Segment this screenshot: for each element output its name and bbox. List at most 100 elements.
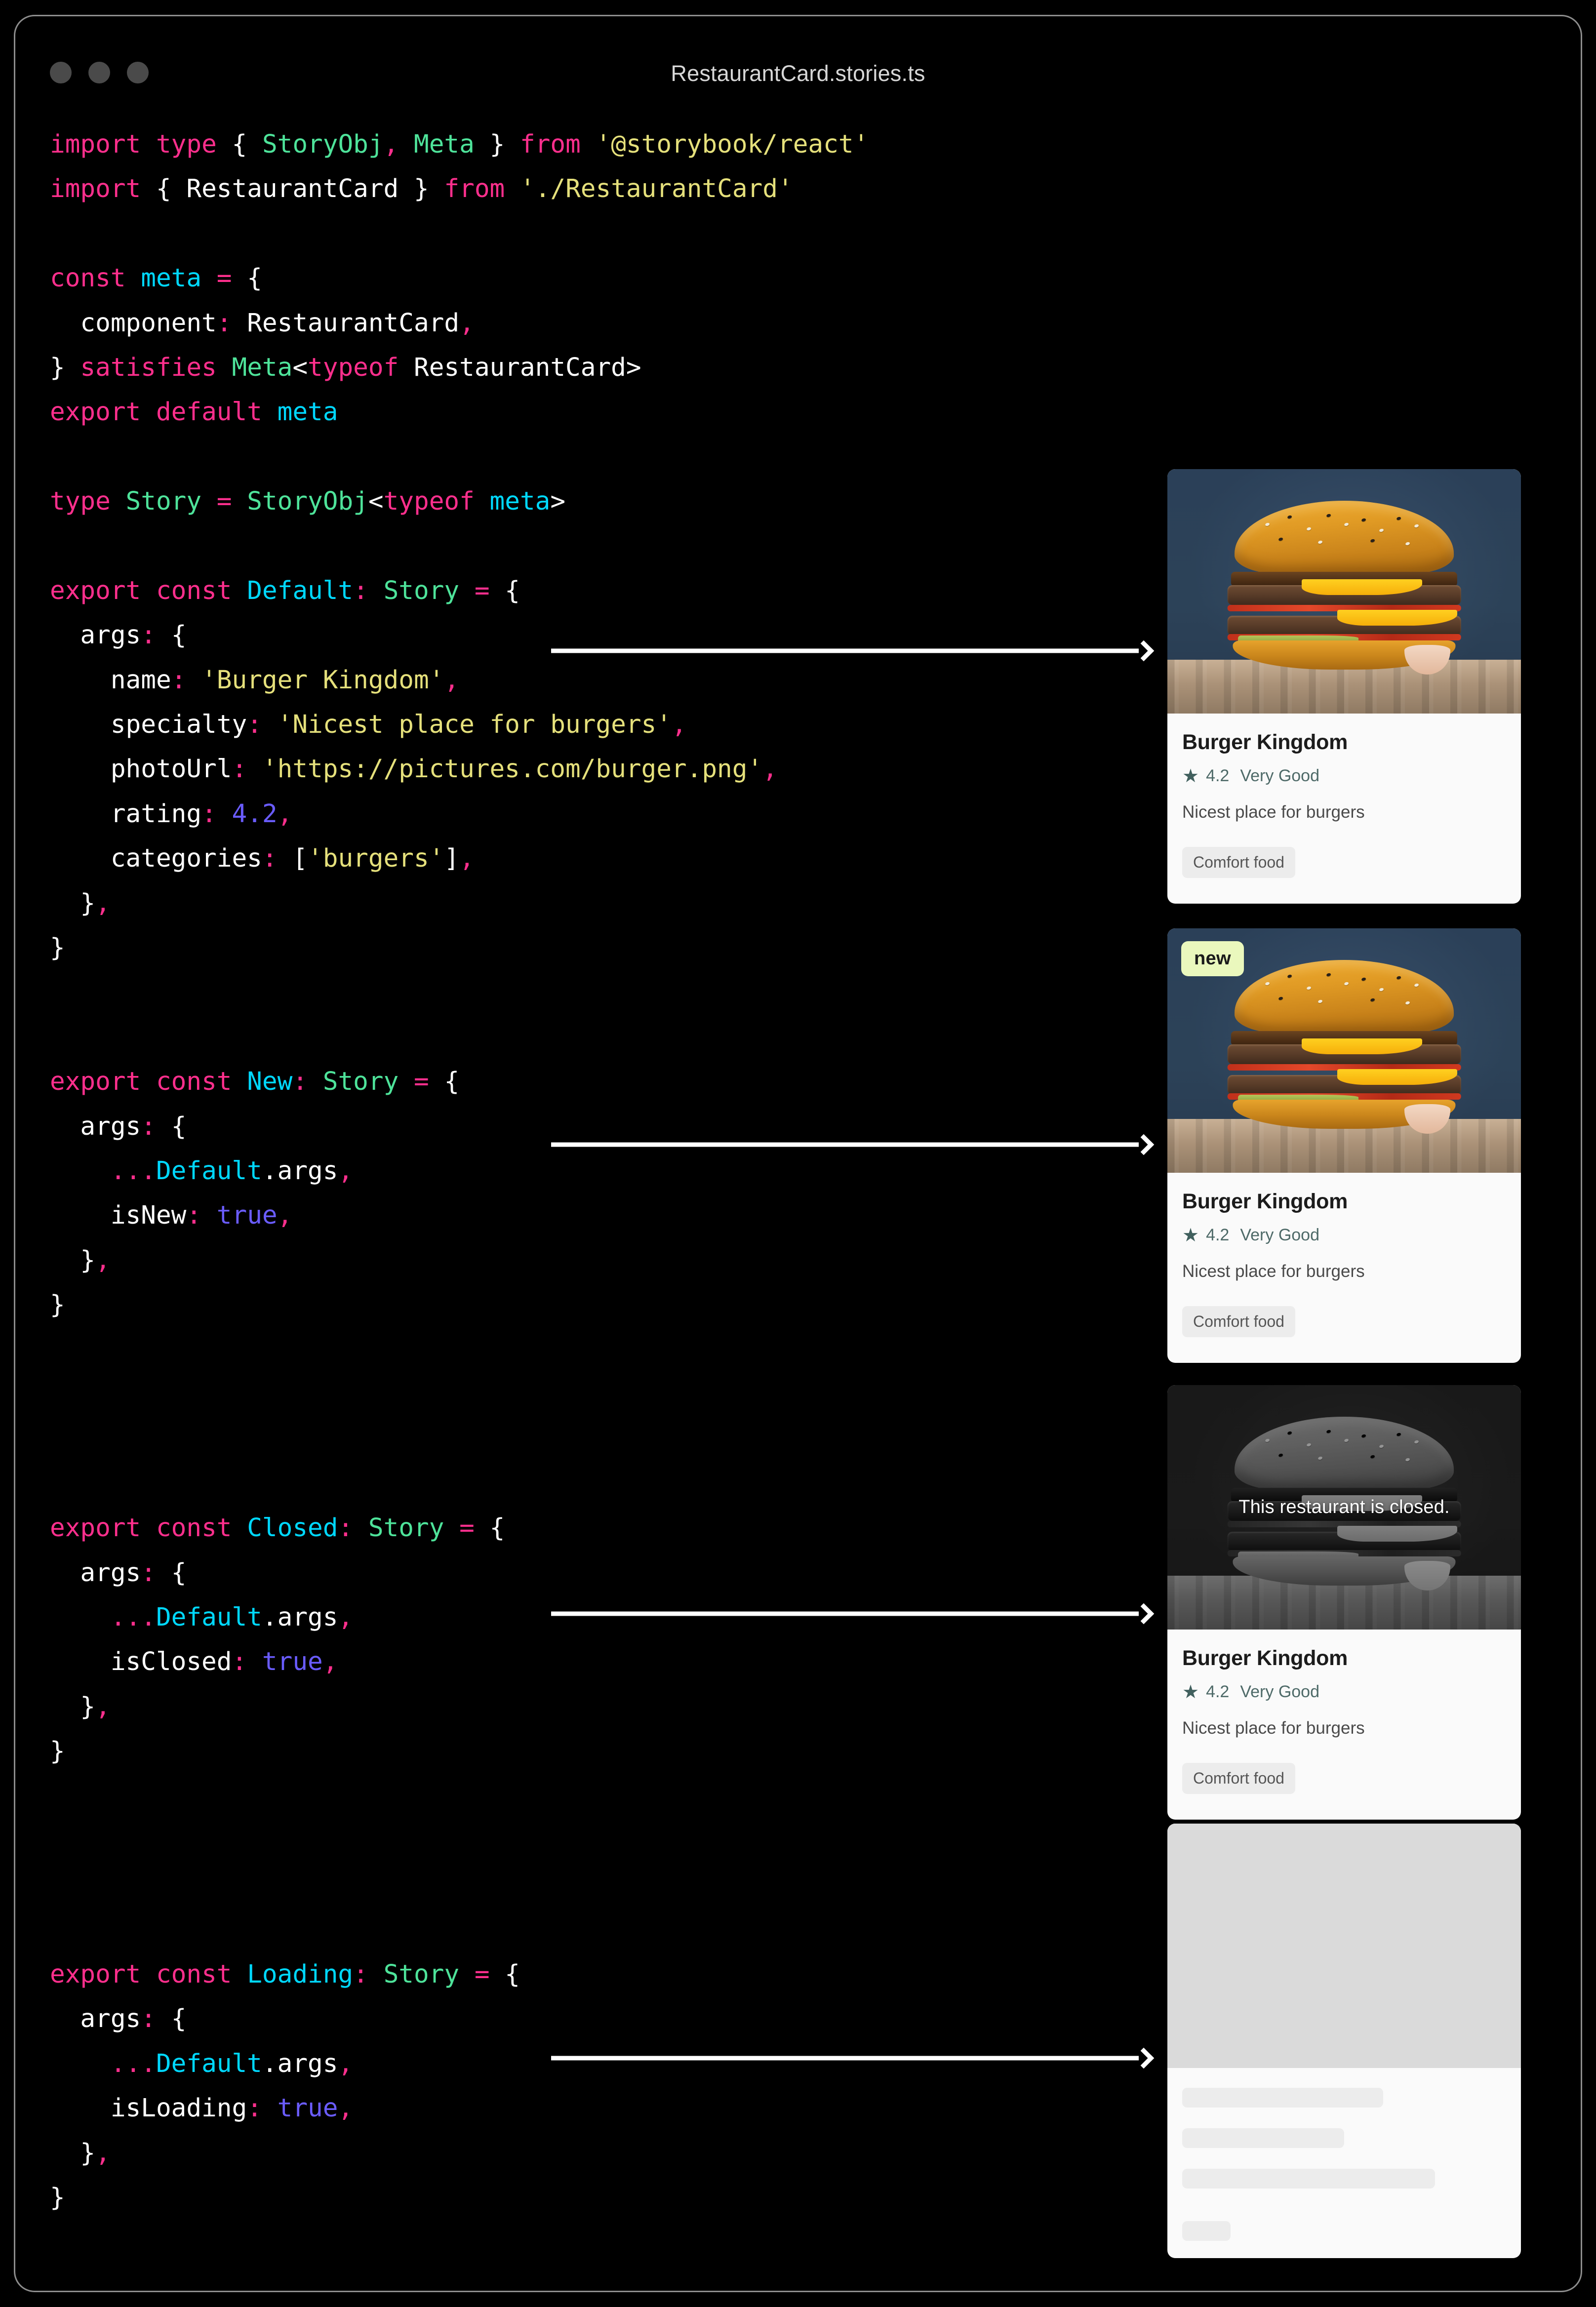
- card-photo-new: new: [1167, 928, 1521, 1173]
- category-chip[interactable]: Comfort food: [1182, 1763, 1295, 1794]
- code-editor[interactable]: import type { StoryObj, Meta } from '@st…: [50, 122, 1136, 2220]
- code-line: specialty: 'Nicest place for burgers',: [110, 710, 687, 740]
- card-photo-default: [1167, 469, 1521, 714]
- card-body-new: Burger Kingdom ★ 4.2 Very Good Nicest pl…: [1167, 1173, 1521, 1355]
- code-line: import type { StoryObj, Meta } from '@st…: [50, 130, 869, 159]
- card-specialty: Nicest place for burgers: [1182, 1262, 1365, 1281]
- arrow-loading-to-card: [551, 2043, 1155, 2073]
- arrow-head-icon: [1133, 1603, 1155, 1625]
- code-line: },: [80, 1692, 111, 1721]
- code-line: export const Default: Story = {: [50, 576, 520, 605]
- code-line: },: [80, 1245, 111, 1275]
- card-photo-closed: This restaurant is closed.: [1167, 1385, 1521, 1630]
- card-chips: Comfort food: [1182, 1306, 1506, 1337]
- code-line: }: [50, 2183, 65, 2212]
- code-line: export const Loading: Story = {: [50, 1960, 520, 1989]
- code-line: type Story = StoryObj<typeof meta>: [50, 487, 566, 517]
- card-rating-row: ★ 4.2 Very Good: [1182, 1682, 1506, 1702]
- card-specialty: Nicest place for burgers: [1182, 802, 1365, 822]
- code-line: }: [50, 933, 65, 963]
- code-line: },: [80, 2138, 111, 2168]
- star-icon: ★: [1182, 1681, 1199, 1703]
- arrow-head-icon: [1133, 1134, 1155, 1155]
- rating-label: Very Good: [1240, 1682, 1319, 1701]
- skeleton-photo-placeholder: [1167, 1824, 1521, 2068]
- closed-overlay-text: This restaurant is closed.: [1238, 1497, 1450, 1517]
- window-title: RestaurantCard.stories.ts: [671, 61, 925, 86]
- restaurant-card-default[interactable]: Burger Kingdom ★ 4.2 Very Good Nicest pl…: [1167, 469, 1521, 904]
- rating-value: 4.2: [1206, 1226, 1230, 1244]
- code-line: export const Closed: Story = {: [50, 1513, 505, 1543]
- code-line: isClosed: true,: [110, 1647, 338, 1677]
- card-title: Burger Kingdom: [1182, 730, 1348, 754]
- arrow-closed-to-card: [551, 1599, 1155, 1629]
- skeleton-bar-specialty: [1182, 2169, 1435, 2188]
- arrow-shaft: [551, 2056, 1139, 2061]
- star-icon: ★: [1182, 1225, 1199, 1246]
- arrow-head-icon: [1133, 640, 1155, 662]
- rating-value: 4.2: [1206, 766, 1230, 785]
- card-body-default: Burger Kingdom ★ 4.2 Very Good Nicest pl…: [1167, 714, 1521, 896]
- arrow-default-to-card: [551, 636, 1155, 666]
- code-line: rating: 4.2,: [110, 799, 293, 829]
- skeleton-body: [1167, 2068, 1521, 2258]
- card-rating-row: ★ 4.2 Very Good: [1182, 766, 1506, 786]
- card-chips: Comfort food: [1182, 1763, 1506, 1794]
- arrow-shaft: [551, 648, 1139, 653]
- restaurant-card-loading[interactable]: [1167, 1824, 1521, 2258]
- rating-label: Very Good: [1240, 766, 1319, 785]
- code-line: }: [50, 1737, 65, 1766]
- burger-photo-image: [1167, 469, 1521, 714]
- card-chips: Comfort food: [1182, 847, 1506, 878]
- card-rating-row: ★ 4.2 Very Good: [1182, 1226, 1506, 1245]
- code-line: args: {: [80, 2004, 187, 2034]
- card-body-closed: Burger Kingdom ★ 4.2 Very Good Nicest pl…: [1167, 1630, 1521, 1812]
- card-specialty: Nicest place for burgers: [1182, 1718, 1365, 1738]
- new-badge: new: [1181, 941, 1244, 976]
- arrow-head-icon: [1133, 2047, 1155, 2069]
- category-chip[interactable]: Comfort food: [1182, 847, 1295, 878]
- app-window: RestaurantCard.stories.ts import type { …: [14, 15, 1582, 2292]
- code-line: }: [50, 1290, 65, 1320]
- code-line: photoUrl: 'https://pictures.com/burger.p…: [110, 755, 778, 784]
- code-line: categories: ['burgers'],: [110, 844, 475, 874]
- code-line: const meta = {: [50, 264, 262, 293]
- skeleton-bar-title: [1182, 2088, 1383, 2108]
- code-line: },: [80, 888, 111, 918]
- code-line: export default meta: [50, 398, 338, 427]
- code-line: args: {: [80, 1558, 187, 1588]
- code-line: isNew: true,: [110, 1201, 293, 1231]
- rating-value: 4.2: [1206, 1682, 1230, 1701]
- skeleton-bar-chip: [1182, 2221, 1231, 2241]
- skeleton-bar-rating: [1182, 2128, 1344, 2148]
- rating-label: Very Good: [1240, 1226, 1319, 1244]
- code-line: } satisfies Meta<typeof RestaurantCard>: [50, 353, 641, 382]
- window-titlebar: RestaurantCard.stories.ts: [15, 16, 1581, 86]
- category-chip[interactable]: Comfort food: [1182, 1306, 1295, 1337]
- card-title: Burger Kingdom: [1182, 1646, 1348, 1670]
- arrow-shaft: [551, 1611, 1139, 1616]
- restaurant-card-closed[interactable]: This restaurant is closed. Burger Kingdo…: [1167, 1385, 1521, 1820]
- star-icon: ★: [1182, 765, 1199, 787]
- card-title: Burger Kingdom: [1182, 1190, 1348, 1213]
- code-line: component: RestaurantCard,: [80, 308, 475, 338]
- arrow-shaft: [551, 1142, 1139, 1147]
- code-line: export const New: Story = {: [50, 1067, 460, 1097]
- code-line: isLoading: true,: [110, 2094, 354, 2123]
- restaurant-card-new[interactable]: new Burger Kingdom ★ 4.2 Very Good Nices…: [1167, 928, 1521, 1363]
- arrow-new-to-card: [551, 1130, 1155, 1159]
- code-line: import { RestaurantCard } from './Restau…: [50, 174, 793, 204]
